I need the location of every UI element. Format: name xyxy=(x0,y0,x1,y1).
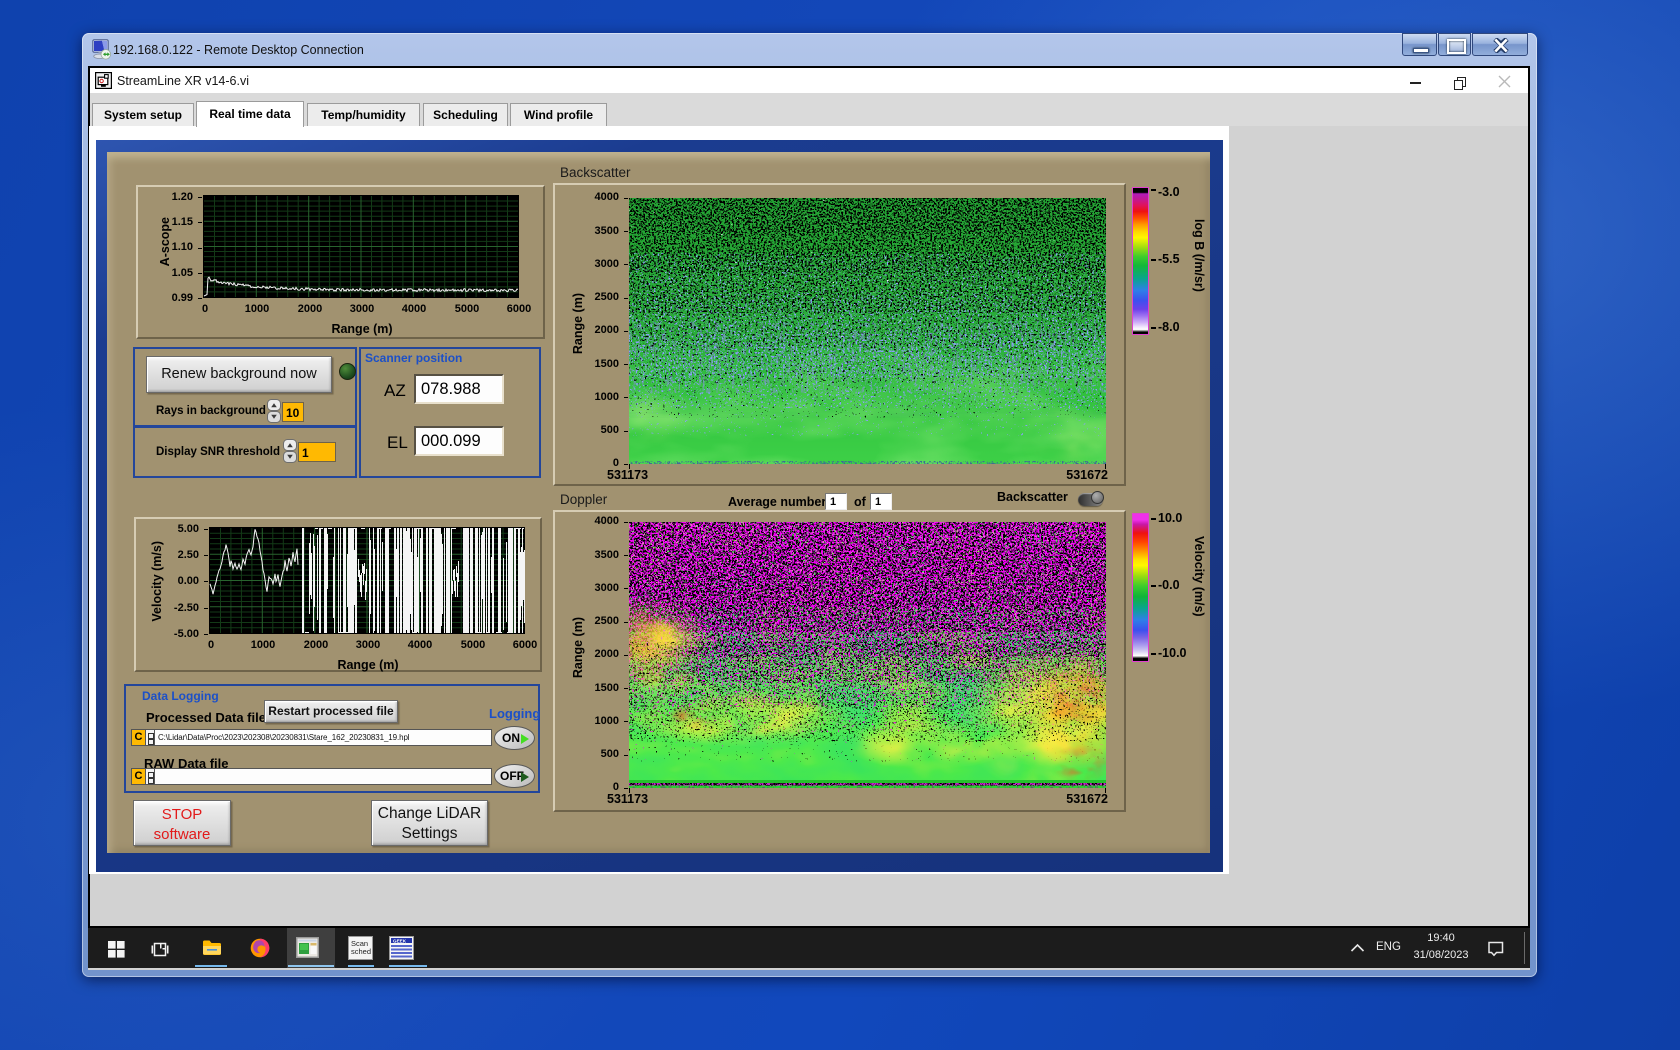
svg-text:sched: sched xyxy=(351,947,371,956)
svg-text:GEEK: GEEK xyxy=(393,938,407,943)
